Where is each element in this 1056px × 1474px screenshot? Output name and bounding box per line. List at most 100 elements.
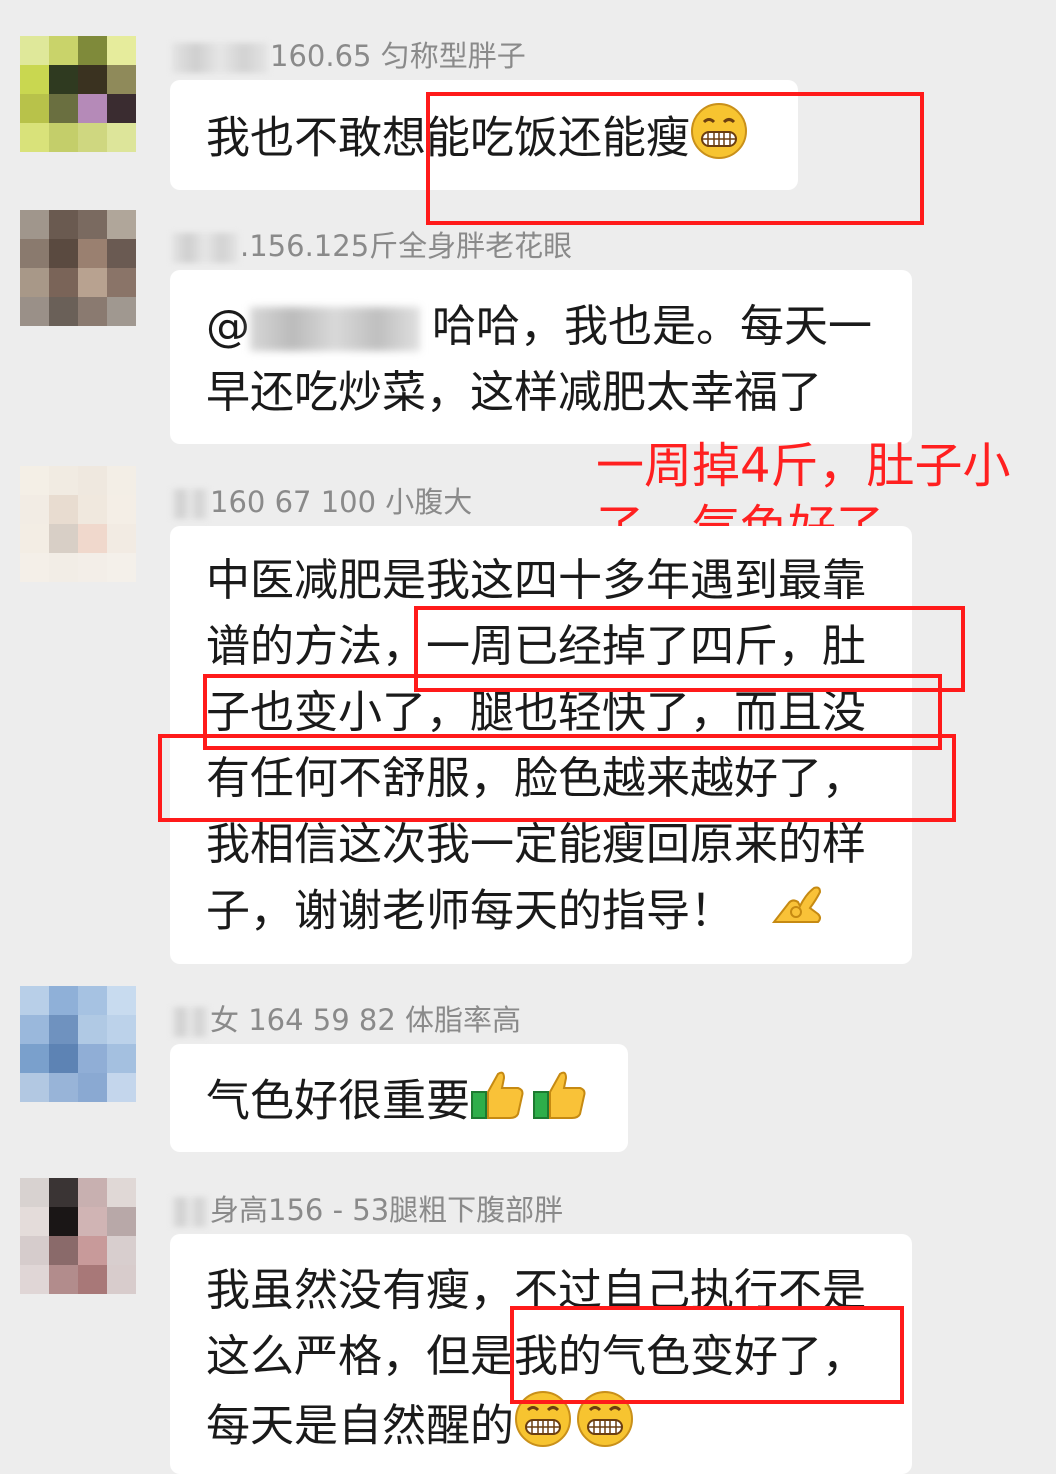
sender-nickname: .156.125斤全身胖老花眼 [172, 228, 572, 264]
avatar-pixel [107, 553, 136, 582]
avatar-pixel [107, 495, 136, 524]
avatar-pixel [49, 1015, 78, 1044]
avatar-pixel [107, 1236, 136, 1265]
message-text: 气色好很重要 [206, 1075, 470, 1127]
avatar-pixel [107, 123, 136, 152]
message-bubble[interactable]: @ 哈哈，我也是。每天一 早还吃炒菜，这样减肥太幸福了 [170, 270, 912, 444]
avatar-pixel [78, 986, 107, 1015]
avatar-pixel [20, 466, 49, 495]
avatar-pixel [49, 466, 78, 495]
avatar-pixel [107, 1044, 136, 1073]
message-text: 中医减肥是我这四十多年遇到最靠 [206, 555, 866, 606]
sender-nickname: 身高156 - 53腿粗下腹部胖 [172, 1192, 563, 1228]
avatar-pixel [78, 65, 107, 94]
avatar-pixel [78, 1236, 107, 1265]
avatar-pixel [20, 123, 49, 152]
message-text: 每天是自然醒的 [206, 1400, 514, 1452]
avatar-pixel [49, 123, 78, 152]
highlight-box [426, 92, 924, 225]
avatar-pixel [20, 1236, 49, 1265]
avatar[interactable] [20, 36, 136, 152]
avatar-pixel [49, 239, 78, 268]
avatar-pixel [20, 94, 49, 123]
avatar-pixel [20, 1073, 49, 1102]
avatar-pixel [20, 524, 49, 553]
avatar-pixel [20, 65, 49, 94]
thumbs-up-emoji-icon [532, 1066, 588, 1141]
thumbs-up-emoji-icon [470, 1066, 526, 1141]
avatar-pixel [107, 1265, 136, 1294]
avatar-pixel [107, 1207, 136, 1236]
avatar-pixel [78, 495, 107, 524]
mention-symbol: @ [206, 301, 250, 352]
message-text: 早还吃炒菜，这样减肥太幸福了 [206, 367, 822, 418]
avatar[interactable] [20, 210, 136, 326]
avatar-pixel [20, 1265, 49, 1294]
avatar-pixel [49, 36, 78, 65]
avatar-pixel [20, 1044, 49, 1073]
avatar-pixel [49, 1265, 78, 1294]
avatar-pixel [78, 1265, 107, 1294]
avatar-pixel [20, 1207, 49, 1236]
avatar-pixel [107, 268, 136, 297]
highlight-box [158, 734, 956, 822]
avatar-pixel [20, 268, 49, 297]
avatar-pixel [78, 1015, 107, 1044]
avatar-pixel [20, 36, 49, 65]
avatar-pixel [49, 524, 78, 553]
message-bubble[interactable]: 气色好很重要 [170, 1044, 628, 1152]
avatar-pixel [49, 1073, 78, 1102]
message-text: 我相信这次我一定能瘦回原来的样 [206, 819, 866, 870]
avatar-pixel [49, 1178, 78, 1207]
avatar-pixel [78, 466, 107, 495]
avatar-pixel [78, 94, 107, 123]
avatar-pixel [107, 524, 136, 553]
avatar-pixel [20, 239, 49, 268]
avatar-pixel [107, 986, 136, 1015]
avatar-pixel [78, 239, 107, 268]
avatar-pixel [107, 210, 136, 239]
avatar-pixel [78, 123, 107, 152]
avatar-pixel [107, 466, 136, 495]
avatar-pixel [78, 1073, 107, 1102]
avatar-pixel [20, 553, 49, 582]
avatar-pixel [20, 1015, 49, 1044]
avatar-pixel [78, 1178, 107, 1207]
avatar[interactable] [20, 466, 136, 582]
avatar-pixel [107, 239, 136, 268]
mentioned-user[interactable] [250, 307, 420, 351]
avatar-pixel [107, 1015, 136, 1044]
avatar-pixel [49, 1236, 78, 1265]
annotation-text: 一周掉4斤，肚子小 [596, 438, 1011, 494]
avatar-pixel [78, 553, 107, 582]
message-text: 子，谢谢老师每天的指导！ [206, 885, 734, 937]
avatar-pixel [49, 94, 78, 123]
sender-nickname: 女 164 59 82 体脂率高 [172, 1002, 521, 1038]
avatar-pixel [49, 495, 78, 524]
avatar[interactable] [20, 986, 136, 1102]
avatar-pixel [49, 297, 78, 326]
avatar-pixel [20, 1178, 49, 1207]
avatar-pixel [107, 297, 136, 326]
avatar-pixel [107, 65, 136, 94]
avatar-pixel [20, 986, 49, 1015]
avatar-pixel [20, 495, 49, 524]
avatar-pixel [20, 297, 49, 326]
avatar-pixel [49, 553, 78, 582]
avatar-pixel [107, 1073, 136, 1102]
avatar-pixel [107, 1178, 136, 1207]
avatar-pixel [49, 986, 78, 1015]
sender-nickname: 160.65 匀称型胖子 [172, 38, 526, 74]
highlight-box [510, 1306, 904, 1404]
avatar-pixel [78, 1207, 107, 1236]
avatar-pixel [49, 1207, 78, 1236]
avatar[interactable] [20, 1178, 136, 1294]
sender-nickname: 160 67 100 小腹大 [172, 484, 472, 520]
avatar-pixel [78, 36, 107, 65]
avatar-pixel [20, 210, 49, 239]
avatar-pixel [78, 524, 107, 553]
avatar-pixel [78, 210, 107, 239]
avatar-pixel [78, 268, 107, 297]
ok-hand-emoji-icon [770, 878, 826, 949]
avatar-pixel [49, 210, 78, 239]
